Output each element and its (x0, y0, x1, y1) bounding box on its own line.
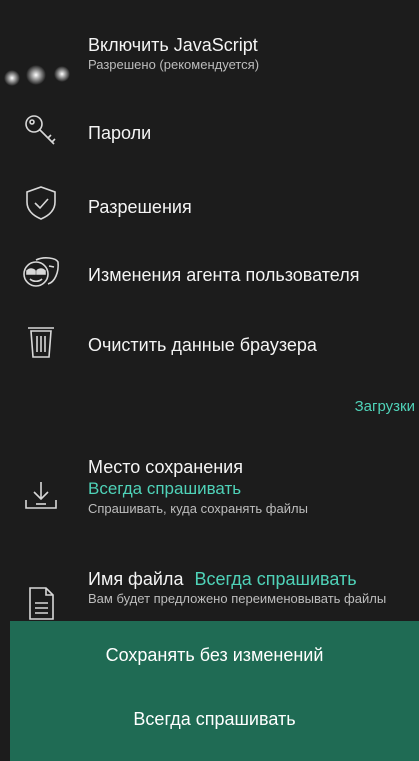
save-mode-sheet: Сохранять без изменений Всегда спрашиват… (10, 621, 419, 761)
user-agent-title: Изменения агента пользователя (88, 265, 360, 285)
passwords-setting[interactable]: Пароли (0, 110, 419, 154)
shield-check-icon (22, 184, 60, 222)
save-location-value: Всегда спрашивать (88, 479, 242, 498)
masks-icon (22, 254, 60, 292)
passwords-title: Пароли (88, 123, 152, 143)
clear-data-title: Очистить данные браузера (88, 335, 317, 355)
always-ask-option[interactable]: Всегда спрашивать (10, 709, 419, 730)
file-name-value: Всегда спрашивать (194, 569, 357, 589)
javascript-subtitle: Разрешено (рекомендуется) (88, 57, 260, 72)
downloads-section-label: Загрузки (354, 398, 415, 415)
javascript-setting[interactable]: Включить JavaScript Разрешено (рекоменду… (0, 28, 419, 86)
clear-data-setting[interactable]: Очистить данные браузера (0, 320, 419, 364)
user-agent-setting[interactable]: Изменения агента пользователя (0, 250, 419, 294)
key-icon (22, 112, 60, 150)
permissions-title: Разрешения (88, 197, 192, 217)
save-location-setting[interactable]: Место сохранения Всегда спрашивать Спраш… (0, 454, 419, 534)
permissions-setting[interactable]: Разрешения (0, 180, 419, 224)
file-name-description: Вам будет предложено переименовывать фай… (88, 591, 387, 606)
download-icon (22, 476, 60, 514)
sparkle-icon (4, 65, 70, 86)
javascript-title: Включить JavaScript (88, 35, 258, 55)
keep-unchanged-option[interactable]: Сохранять без изменений (10, 645, 419, 666)
file-name-setting[interactable]: Имя файла Всегда спрашивать Вам будет пр… (0, 568, 419, 628)
trash-icon (22, 322, 60, 360)
file-name-line: Имя файла Всегда спрашивать (88, 568, 419, 590)
save-location-description: Спрашивать, куда сохранять файлы (88, 501, 308, 516)
file-name-title: Имя файла (88, 569, 184, 589)
save-location-title: Место сохранения (88, 457, 243, 477)
document-icon (22, 584, 60, 622)
